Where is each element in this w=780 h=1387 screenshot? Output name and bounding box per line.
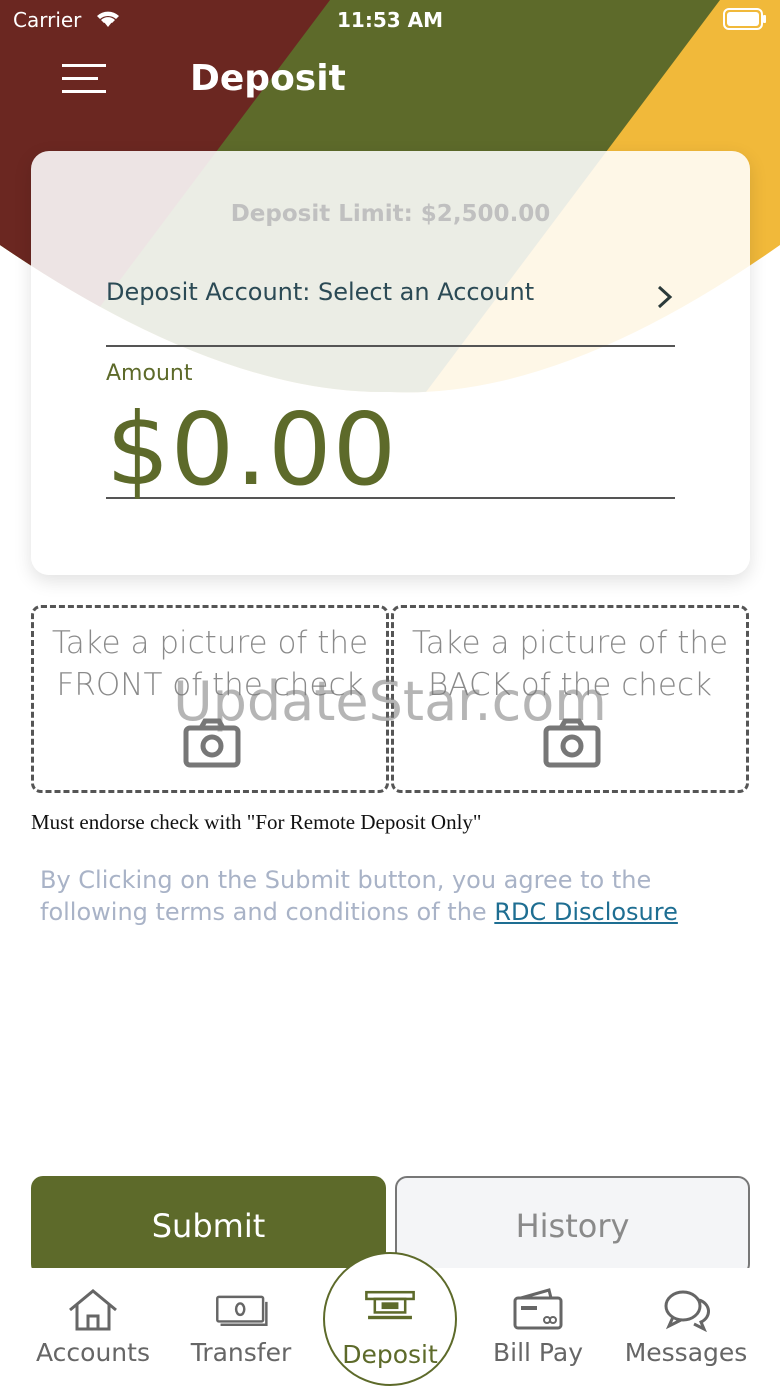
rdc-disclosure-link[interactable]: RDC Disclosure xyxy=(494,898,678,926)
tab-billpay-label: Bill Pay xyxy=(492,1338,583,1367)
deposit-card: Deposit Limit: $2,500.00 Deposit Account… xyxy=(31,151,750,575)
camera-icon xyxy=(543,718,601,768)
capture-front-label: Take a picture of the FRONT of the check xyxy=(51,625,369,703)
camera-icon xyxy=(183,718,241,768)
deposit-limit: Deposit Limit: $2,500.00 xyxy=(230,201,551,227)
capture-front-check-button[interactable]: Take a picture of the FRONT of the check xyxy=(31,605,389,793)
amount-value: $0.00 xyxy=(106,391,398,508)
cash-icon xyxy=(216,1295,268,1326)
capture-back-label: Take a picture of the BACK of the check xyxy=(411,625,729,703)
amount-label: Amount xyxy=(106,361,193,386)
tab-transfer-label: Transfer xyxy=(190,1338,292,1367)
tab-deposit-label: Deposit xyxy=(342,1340,438,1369)
tab-billpay[interactable]: Bill Pay xyxy=(463,1268,613,1387)
terms-text: By Clicking on the Submit button, you ag… xyxy=(40,864,750,928)
capture-back-check-button[interactable]: Take a picture of the BACK of the check xyxy=(391,605,749,793)
atm-deposit-icon xyxy=(365,1290,415,1320)
battery-icon xyxy=(723,8,766,30)
house-icon xyxy=(69,1289,117,1331)
deposit-account-selector[interactable]: Deposit Account: Select an Account xyxy=(106,263,675,347)
tab-deposit[interactable]: Deposit xyxy=(323,1252,457,1386)
chat-bubbles-icon xyxy=(664,1290,710,1332)
bill-card-icon xyxy=(513,1288,563,1330)
tab-messages[interactable]: Messages xyxy=(611,1268,761,1387)
tab-messages-label: Messages xyxy=(624,1338,748,1367)
deposit-account-label: Deposit Account: Select an Account xyxy=(106,278,535,306)
page-title: Deposit xyxy=(190,58,346,99)
amount-input[interactable]: $0.00 xyxy=(106,391,675,508)
tab-bar: Accounts Transfer Deposit Bill Pay Messa… xyxy=(0,1252,780,1387)
tab-transfer[interactable]: Transfer xyxy=(166,1268,316,1387)
chevron-right-icon xyxy=(657,285,673,309)
tab-accounts-label: Accounts xyxy=(36,1338,150,1367)
status-bar: Carrier 11:53 AM xyxy=(0,0,780,40)
status-time: 11:53 AM xyxy=(336,8,443,32)
tab-accounts[interactable]: Accounts xyxy=(18,1268,168,1387)
history-button[interactable]: History xyxy=(395,1176,750,1276)
submit-button[interactable]: Submit xyxy=(31,1176,386,1276)
endorsement-note: Must endorse check with "For Remote Depo… xyxy=(31,810,482,834)
hamburger-menu-icon[interactable] xyxy=(62,63,108,95)
